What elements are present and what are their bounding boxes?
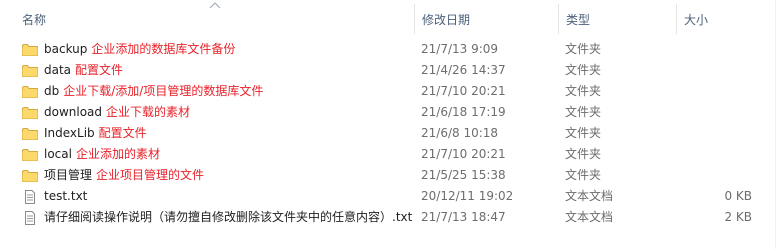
column-header-size-label: 大小 bbox=[684, 13, 709, 27]
file-name: download 企业下载的素材 bbox=[44, 102, 190, 123]
modified-date: 21/7/10 20:21 bbox=[421, 84, 506, 98]
annotation-note: 企业下载/添加/项目管理的数据库文件 bbox=[63, 84, 264, 98]
file-name: 项目管理 企业项目管理的文件 bbox=[44, 165, 204, 186]
file-row[interactable]: test.txt 20/12/11 19:02 文本文档 0 KB bbox=[0, 186, 776, 207]
file-name: IndexLib 配置文件 bbox=[44, 123, 147, 144]
file-size bbox=[680, 123, 752, 144]
file-size bbox=[680, 165, 752, 186]
file-row[interactable]: 请仔细阅读操作说明（请勿擅自修改删除该文件夹中的任意内容）.txt 21/7/13… bbox=[0, 207, 776, 228]
folder-icon bbox=[22, 43, 38, 57]
file-row[interactable]: local 企业添加的素材 21/7/10 20:21 文件夹 bbox=[0, 144, 776, 165]
modified-date: 21/7/10 20:21 bbox=[421, 147, 506, 161]
text-file-icon bbox=[22, 211, 38, 225]
annotation-note: 企业项目管理的文件 bbox=[96, 168, 205, 182]
file-name-cell[interactable]: 项目管理 企业项目管理的文件 bbox=[22, 165, 412, 186]
annotation-note: 企业下载的素材 bbox=[106, 105, 191, 119]
file-name-cell[interactable]: test.txt bbox=[22, 186, 412, 207]
file-size bbox=[680, 60, 752, 81]
file-type: 文本文档 bbox=[565, 210, 614, 224]
folder-icon bbox=[22, 148, 38, 162]
folder-icon bbox=[22, 127, 38, 141]
file-size: 0 KB bbox=[724, 189, 752, 203]
file-name: local 企业添加的素材 bbox=[44, 144, 160, 165]
file-size bbox=[680, 81, 752, 102]
file-type: 文件夹 bbox=[565, 105, 602, 119]
column-header-modified[interactable]: 修改日期 bbox=[422, 0, 552, 36]
file-name-cell[interactable]: 请仔细阅读操作说明（请勿擅自修改删除该文件夹中的任意内容）.txt bbox=[22, 207, 412, 228]
file-name-cell[interactable]: local 企业添加的素材 bbox=[22, 144, 412, 165]
column-header-size[interactable]: 大小 bbox=[684, 0, 764, 36]
file-name: 请仔细阅读操作说明（请勿擅自修改删除该文件夹中的任意内容）.txt bbox=[44, 207, 412, 228]
file-name-text: data bbox=[44, 63, 72, 77]
column-header-type[interactable]: 类型 bbox=[566, 0, 666, 36]
column-divider[interactable] bbox=[558, 4, 559, 34]
annotation-note: 配置文件 bbox=[98, 126, 147, 140]
file-row[interactable]: data 配置文件 21/4/26 14:37 文件夹 bbox=[0, 60, 776, 81]
annotation-note: 企业添加的数据库文件备份 bbox=[91, 42, 236, 56]
modified-date: 21/7/13 18:47 bbox=[421, 210, 506, 224]
file-type: 文件夹 bbox=[565, 63, 602, 77]
file-row[interactable]: 项目管理 企业项目管理的文件 21/5/25 15:38 文件夹 bbox=[0, 165, 776, 186]
column-header-bar: 名称 修改日期 类型 大小 bbox=[0, 0, 776, 36]
file-name-cell[interactable]: data 配置文件 bbox=[22, 60, 412, 81]
file-row[interactable]: download 企业下载的素材 21/6/18 17:19 文件夹 bbox=[0, 102, 776, 123]
column-header-name-label: 名称 bbox=[22, 13, 47, 27]
file-name-cell[interactable]: IndexLib 配置文件 bbox=[22, 123, 412, 144]
file-type: 文件夹 bbox=[565, 42, 602, 56]
file-explorer: 名称 修改日期 类型 大小 backup 企业添加的数据库文件备份 21/7/13 … bbox=[0, 0, 776, 249]
column-header-type-label: 类型 bbox=[566, 13, 591, 27]
file-row[interactable]: backup 企业添加的数据库文件备份 21/7/13 9:09 文件夹 bbox=[0, 39, 776, 60]
modified-date: 21/5/25 15:38 bbox=[421, 168, 506, 182]
file-name-cell[interactable]: db 企业下载/添加/项目管理的数据库文件 bbox=[22, 81, 412, 102]
file-size bbox=[680, 102, 752, 123]
file-size: 2 KB bbox=[724, 210, 752, 224]
file-name: db 企业下载/添加/项目管理的数据库文件 bbox=[44, 81, 263, 102]
file-size bbox=[680, 39, 752, 60]
folder-icon bbox=[22, 106, 38, 120]
text-file-icon bbox=[22, 190, 38, 204]
file-name: backup 企业添加的数据库文件备份 bbox=[44, 39, 235, 60]
column-header-modified-label: 修改日期 bbox=[422, 13, 471, 27]
file-name-text: local bbox=[44, 147, 72, 161]
modified-date: 21/6/18 17:19 bbox=[421, 105, 506, 119]
folder-icon bbox=[22, 85, 38, 99]
annotation-note: 配置文件 bbox=[75, 63, 124, 77]
file-name: test.txt bbox=[44, 186, 87, 207]
modified-date: 21/4/26 14:37 bbox=[421, 63, 506, 77]
file-name-text: download bbox=[44, 105, 103, 119]
column-header-name[interactable]: 名称 bbox=[22, 0, 402, 36]
file-type: 文件夹 bbox=[565, 168, 602, 182]
file-row[interactable]: db 企业下载/添加/项目管理的数据库文件 21/7/10 20:21 文件夹 bbox=[0, 81, 776, 102]
file-name-text: IndexLib bbox=[44, 126, 95, 140]
modified-date: 21/7/13 9:09 bbox=[421, 42, 499, 56]
file-type: 文件夹 bbox=[565, 84, 602, 98]
file-name-text: 项目管理 bbox=[44, 168, 93, 182]
file-name-text: 请仔细阅读操作说明（请勿擅自修改删除该文件夹中的任意内容）.txt bbox=[44, 210, 413, 224]
column-divider[interactable] bbox=[676, 4, 677, 34]
modified-date: 21/6/8 10:18 bbox=[421, 126, 499, 140]
column-divider[interactable] bbox=[414, 4, 415, 34]
file-type: 文件夹 bbox=[565, 126, 602, 140]
file-name-text: backup bbox=[44, 42, 88, 56]
folder-icon bbox=[22, 64, 38, 78]
file-name-text: test.txt bbox=[44, 189, 88, 203]
file-type: 文本文档 bbox=[565, 189, 614, 203]
file-type: 文件夹 bbox=[565, 147, 602, 161]
annotation-note: 企业添加的素材 bbox=[75, 147, 160, 161]
file-name: data 配置文件 bbox=[44, 60, 123, 81]
folder-icon bbox=[22, 169, 38, 183]
file-size bbox=[680, 144, 752, 165]
file-name-text: db bbox=[44, 84, 60, 98]
file-name-cell[interactable]: backup 企业添加的数据库文件备份 bbox=[22, 39, 412, 60]
modified-date: 20/12/11 19:02 bbox=[421, 189, 514, 203]
file-name-cell[interactable]: download 企业下载的素材 bbox=[22, 102, 412, 123]
file-row[interactable]: IndexLib 配置文件 21/6/8 10:18 文件夹 bbox=[0, 123, 776, 144]
